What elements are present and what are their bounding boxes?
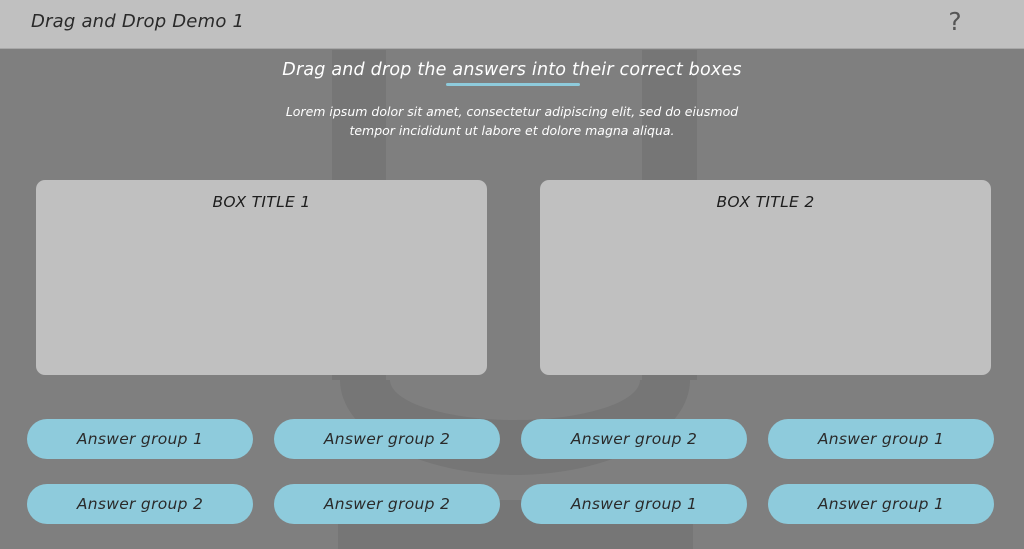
drop-box-1[interactable]: BOX TITLE 1 (36, 180, 487, 375)
instruction-underline (446, 83, 580, 86)
instruction-description: Lorem ipsum dolor sit amet, consectetur … (285, 104, 739, 138)
answer-chip[interactable]: Answer group 1 (27, 419, 253, 459)
answer-chip[interactable]: Answer group 2 (274, 484, 500, 524)
drop-box-2[interactable]: BOX TITLE 2 (540, 180, 991, 375)
answer-chip[interactable]: Answer group 1 (521, 484, 747, 524)
answer-chip[interactable]: Answer group 1 (768, 484, 994, 524)
answer-chip[interactable]: Answer group 2 (27, 484, 253, 524)
drop-box-title: BOX TITLE 2 (716, 193, 815, 211)
instruction-text: Drag and drop the answers into their cor… (282, 60, 742, 80)
answer-chip[interactable]: Answer group 1 (768, 419, 994, 459)
header-bar: Drag and Drop Demo 1 ? (0, 0, 1024, 49)
app-title: Drag and Drop Demo 1 (31, 11, 245, 32)
answer-chip[interactable]: Answer group 2 (521, 419, 747, 459)
drop-box-title: BOX TITLE 1 (212, 193, 311, 211)
answer-chip[interactable]: Answer group 2 (274, 419, 500, 459)
help-icon[interactable]: ? (944, 6, 966, 38)
